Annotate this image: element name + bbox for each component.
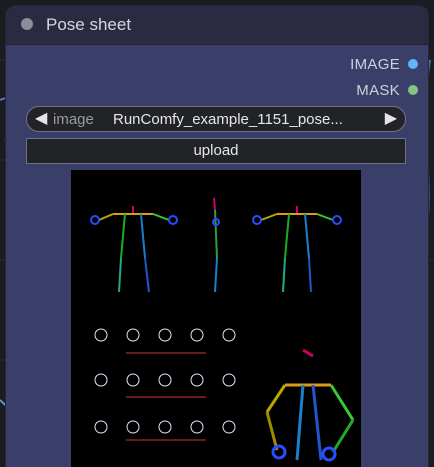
output-mask-label: MASK	[356, 81, 400, 99]
output-image-dot-icon[interactable]	[408, 59, 418, 69]
collapse-toggle-icon[interactable]	[21, 18, 33, 30]
output-mask-dot-icon[interactable]	[408, 85, 418, 95]
output-mask-slot[interactable]: MASK	[356, 80, 418, 100]
node-title: Pose sheet	[46, 15, 132, 34]
upload-button[interactable]: upload	[26, 138, 406, 164]
output-image-slot[interactable]: IMAGE	[350, 54, 418, 74]
pose-sheet-preview-image	[71, 170, 361, 467]
combo-next-arrow-icon[interactable]: ▶	[385, 110, 397, 128]
node-header[interactable]: Pose sheet	[6, 6, 428, 45]
combo-prev-arrow-icon[interactable]: ◀	[35, 110, 47, 128]
combo-label: image	[53, 111, 94, 128]
output-image-label: IMAGE	[350, 55, 400, 73]
image-combo-widget[interactable]: ◀ image RunComfy_example_1151_pose... ▶	[26, 106, 406, 132]
pose-sheet-node[interactable]: Pose sheet IMAGE MASK ◀ image RunComfy_e…	[6, 6, 428, 467]
combo-value[interactable]: RunComfy_example_1151_pose...	[113, 111, 373, 128]
